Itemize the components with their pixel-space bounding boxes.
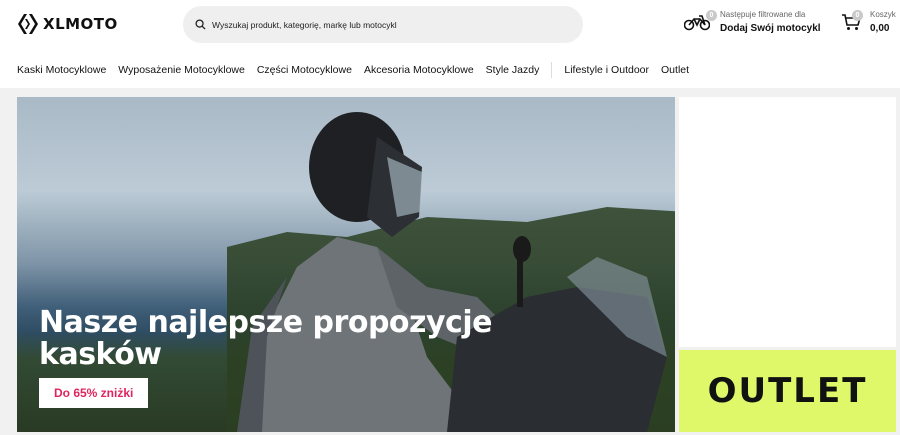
add-motorcycle-widget[interactable]: 0 Następuje filtrowane dla Dodaj Swój mo…	[684, 8, 824, 40]
logo[interactable]: XLMOTO	[17, 12, 118, 36]
main-nav: Kaski Motocyklowe Wyposażenie Motocyklow…	[17, 62, 701, 78]
search-icon	[195, 19, 206, 30]
side-banner	[679, 97, 896, 347]
site-header: XLMOTO 0 Następuje filtrowane dla Dodaj …	[0, 0, 900, 88]
hero-title: Nasze najlepsze propozycje kasków	[39, 305, 492, 372]
outlet-label: OUTLET	[707, 371, 868, 411]
hero-rider-image	[227, 112, 675, 432]
cart-count-badge: 0	[852, 10, 863, 21]
nav-item-riding-styles[interactable]: Style Jazdy	[486, 64, 540, 76]
nav-item-helmets[interactable]: Kaski Motocyklowe	[17, 64, 106, 76]
logo-icon	[18, 14, 38, 34]
garage-count-badge: 0	[706, 10, 717, 21]
cart-total: 0,00	[870, 23, 890, 34]
logo-text: XLMOTO	[43, 15, 118, 33]
nav-item-gear[interactable]: Wyposażenie Motocyklowe	[118, 64, 245, 76]
nav-item-lifestyle[interactable]: Lifestyle i Outdoor	[564, 64, 649, 76]
search-bar[interactable]	[183, 6, 583, 43]
cart-widget[interactable]: 0 Koszyk 0,00	[841, 8, 899, 40]
hero-banner[interactable]: Nasze najlepsze propozycje kasków Do 65%…	[17, 97, 675, 432]
outlet-banner[interactable]: OUTLET	[679, 350, 896, 432]
garage-caption: Następuje filtrowane dla	[720, 10, 806, 19]
nav-item-accessories[interactable]: Akcesoria Motocyklowe	[364, 64, 474, 76]
cart-label: Koszyk	[870, 10, 896, 19]
nav-divider	[551, 62, 553, 78]
nav-item-parts[interactable]: Części Motocyklowe	[257, 64, 352, 76]
add-motorcycle-link[interactable]: Dodaj Swój motocykl	[720, 23, 821, 34]
discount-button[interactable]: Do 65% zniżki	[39, 378, 149, 408]
search-input[interactable]	[212, 19, 572, 30]
nav-item-outlet[interactable]: Outlet	[661, 64, 689, 76]
